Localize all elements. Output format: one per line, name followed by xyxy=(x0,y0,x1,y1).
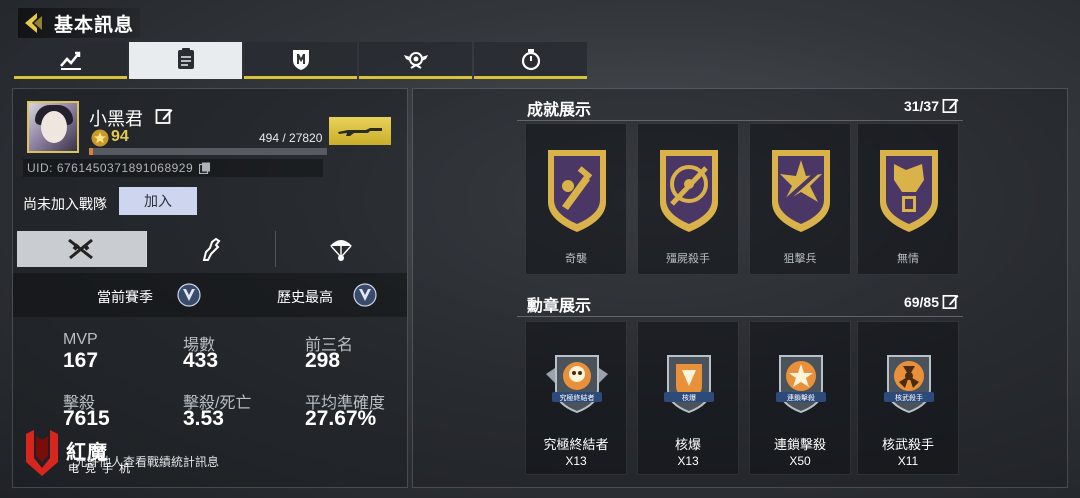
medal-name: 核武殺手 xyxy=(881,437,934,452)
player-profile-panel: 小黑君 94 494 / 27820 UID: 6761450371891068… xyxy=(12,88,408,488)
tab-basic-info[interactable] xyxy=(129,42,242,79)
achievements-count: 31/37 xyxy=(903,98,939,114)
tab-timer[interactable] xyxy=(474,42,587,79)
medals-header: 勳章展示 69/85 xyxy=(517,287,963,317)
winged-badge-icon xyxy=(403,52,428,69)
achievement-card[interactable]: 奇襲 xyxy=(525,123,627,275)
medal-badge-text: 核武殺手 xyxy=(895,393,923,402)
achievement-name: 無情 xyxy=(897,253,919,265)
medal-name: 核爆 xyxy=(674,437,701,452)
level-star-icon xyxy=(91,129,109,147)
tab-badge[interactable] xyxy=(244,42,357,79)
stat-value-kills: 7615 xyxy=(63,407,110,430)
stats-chart-icon xyxy=(59,51,81,70)
clipboard-icon xyxy=(177,48,194,69)
back-arrow-icon xyxy=(25,13,42,33)
clan-status: 尚未加入戰隊 xyxy=(23,196,107,212)
join-clan-button[interactable]: 加入 xyxy=(119,187,197,215)
medal-badge-text: 究極終結者 xyxy=(560,393,595,402)
watermark-subtitle: 电竞手机 xyxy=(68,463,136,475)
best-rank-icon[interactable] xyxy=(353,283,377,307)
stat-value-matches: 433 xyxy=(183,349,219,372)
ambush-achievement-icon xyxy=(548,150,606,232)
medal-name: 究極終結者 xyxy=(543,437,609,452)
medal-card[interactable]: 究極終結者 究極終結者 X13 xyxy=(525,321,627,475)
stopwatch-icon xyxy=(521,49,540,71)
achievement-card[interactable]: 無情 xyxy=(857,123,959,275)
page-title: 基本訊息 xyxy=(54,14,135,36)
achievements-title: 成就展示 xyxy=(527,102,592,119)
medal-card[interactable]: 核爆 核爆 X13 xyxy=(637,321,739,475)
edit-medals-icon[interactable] xyxy=(942,293,959,310)
rifle-icon xyxy=(338,128,382,136)
mode-tab-bar xyxy=(17,231,405,267)
achievement-card[interactable]: 殭屍殺手 xyxy=(637,123,739,275)
ruthless-achievement-icon xyxy=(880,150,938,232)
current-rank-icon[interactable] xyxy=(177,283,201,307)
arm-icon xyxy=(202,237,221,261)
achievement-name: 殭屍殺手 xyxy=(666,253,710,265)
medal-card[interactable]: 連鎖擊殺 連鎖擊殺 X50 xyxy=(749,321,851,475)
current-season-label: 當前賽季 xyxy=(97,289,153,305)
stat-value-accuracy: 27.67% xyxy=(305,407,377,430)
copy-icon[interactable] xyxy=(199,162,211,174)
xp-text: 494 / 27820 xyxy=(259,131,323,145)
xp-progress-fill xyxy=(89,148,94,155)
avatar[interactable] xyxy=(27,101,79,153)
xp-progress-bar xyxy=(89,148,327,155)
nuke-medal-icon: 核爆 xyxy=(664,355,714,414)
stat-value-kd: 3.53 xyxy=(183,407,224,430)
tab-battle-royale[interactable] xyxy=(276,231,405,267)
tab-zombie[interactable] xyxy=(147,231,277,267)
medal-count: X11 xyxy=(897,454,919,468)
showcase-panel: 成就展示 31/37 奇襲 殭屍殺手 狙擊兵 無情 勳章展示 69/85 究極終… xyxy=(412,88,1068,488)
weapon-button[interactable] xyxy=(329,117,391,145)
nuke-killer-medal-icon: 核武殺手 xyxy=(884,355,934,414)
tab-emblem[interactable] xyxy=(359,42,472,79)
medal-card[interactable]: 核武殺手 核武殺手 X11 xyxy=(857,321,959,475)
red-magic-logo-icon xyxy=(26,430,58,476)
achievement-name: 狙擊兵 xyxy=(783,253,817,265)
chain-kill-medal-icon: 連鎖擊殺 xyxy=(776,355,826,414)
medal-count: X50 xyxy=(789,454,811,468)
edit-name-icon[interactable] xyxy=(155,107,173,125)
skull-wings-medal-icon: 究極終結者 xyxy=(546,355,608,414)
season-rank-row: 當前賽季 歷史最高 xyxy=(13,273,407,317)
stat-value-top3: 298 xyxy=(305,349,341,372)
medals-count: 69/85 xyxy=(903,294,939,310)
medal-count: X13 xyxy=(677,454,699,468)
player-uid: UID: 6761450371891068929 xyxy=(27,161,194,175)
stat-value-mvp: 167 xyxy=(63,349,99,372)
biohazard-achievement-icon xyxy=(660,150,718,232)
medals-title: 勳章展示 xyxy=(527,298,592,315)
shield-badge-icon xyxy=(292,50,309,70)
tab-stats[interactable] xyxy=(14,42,127,79)
crossed-guns-icon xyxy=(68,238,94,260)
sniper-achievement-icon xyxy=(772,150,830,232)
edit-achievements-icon[interactable] xyxy=(942,97,959,114)
player-level: 94 xyxy=(111,128,129,145)
stat-label-mvp: MVP xyxy=(63,331,98,348)
best-season-label: 歷史最高 xyxy=(277,289,333,305)
uid-row: UID: 6761450371891068929 xyxy=(23,159,323,177)
top-tab-bar xyxy=(14,42,587,79)
parachute-icon xyxy=(329,240,352,261)
medal-badge-text: 核爆 xyxy=(682,393,696,402)
medal-count: X13 xyxy=(565,454,587,468)
tab-multiplayer[interactable] xyxy=(17,231,147,267)
medal-badge-text: 連鎖擊殺 xyxy=(787,393,815,402)
achievement-name: 奇襲 xyxy=(565,253,587,265)
back-button[interactable]: 基本訊息 xyxy=(18,8,140,38)
achievement-card[interactable]: 狙擊兵 xyxy=(749,123,851,275)
medal-name: 連鎖擊殺 xyxy=(773,437,826,452)
achievements-header: 成就展示 31/37 xyxy=(517,91,963,121)
